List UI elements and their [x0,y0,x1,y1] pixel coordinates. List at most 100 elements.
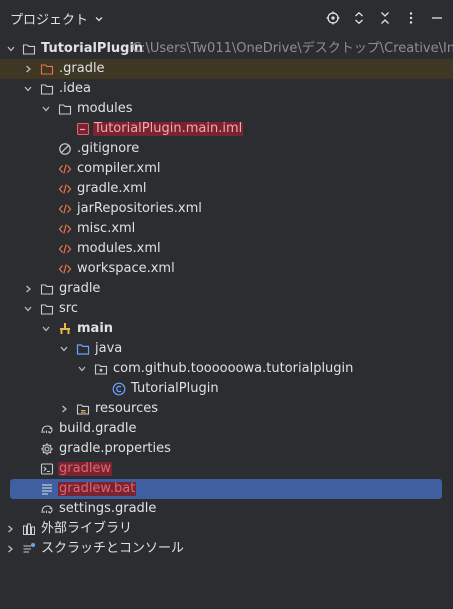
more-vertical-icon [409,12,413,24]
tree-node-main[interactable]: main [0,319,453,339]
gear-icon [40,442,54,456]
text-file-icon [40,482,54,496]
scratches-icon [22,542,36,556]
package-label: com.github.toooooowa.tutorialplugin [113,361,354,376]
xml-file-icon [58,262,72,276]
tree-node-root[interactable]: TutorialPlugin C:\Users\Tw011\OneDrive\デ… [0,39,453,59]
root-project-path: C:\Users\Tw011\OneDrive\デスクトップ\Creative\… [132,41,453,56]
tree-node-gradle-properties[interactable]: gradle.properties [0,439,453,459]
xml-file-icon [58,162,72,176]
folder-icon [40,302,54,316]
gradle-icon [40,422,54,436]
resources-folder-icon [76,402,90,416]
tree-node-scratches[interactable]: スクラッチとコンソール [0,539,453,559]
gradle-xml-label: gradle.xml [77,181,147,196]
tree-node-workspace-xml[interactable]: workspace.xml [0,259,453,279]
misc-xml-label: misc.xml [77,221,136,236]
chevron-right-icon[interactable] [59,404,69,414]
resources-label: resources [95,401,159,416]
xml-file-icon [58,242,72,256]
minimize-icon [432,17,442,19]
chevron-right-icon[interactable] [23,284,33,294]
tree-node-dot-gradle[interactable]: .gradle [0,59,453,79]
tree-node-modules[interactable]: modules [0,99,453,119]
java-class-icon [112,382,126,396]
tree-node-idea[interactable]: .idea [0,79,453,99]
package-icon [94,362,108,376]
tree-node-resources[interactable]: resources [0,399,453,419]
gradlew-bat-label: gradlew.bat [58,481,137,496]
chevron-right-icon[interactable] [5,524,15,534]
tree-node-java[interactable]: java [0,339,453,359]
expand-all-button[interactable] [351,8,367,28]
chevron-right-icon[interactable] [5,544,15,554]
tree-node-misc-xml[interactable]: misc.xml [0,219,453,239]
xml-file-icon [58,222,72,236]
chevron-down-icon[interactable] [77,364,87,374]
options-menu-button[interactable] [403,8,419,28]
tree-node-compiler-xml[interactable]: compiler.xml [0,159,453,179]
folder-icon [40,82,54,96]
project-tree: TutorialPlugin C:\Users\Tw011\OneDrive\デ… [0,39,453,559]
module-file-icon [76,122,90,136]
tree-node-gitignore[interactable]: .gitignore [0,139,453,159]
module-iml-label: TutorialPlugin.main.iml [93,121,244,136]
tree-node-module-iml[interactable]: TutorialPlugin.main.iml [0,119,453,139]
chevron-down-icon[interactable] [41,104,51,114]
hide-panel-button[interactable] [429,8,445,28]
chevron-down-icon[interactable] [23,304,33,314]
source-folder-icon [76,342,90,356]
folder-icon [22,42,36,56]
tree-node-class[interactable]: TutorialPlugin [0,379,453,399]
tree-node-src[interactable]: src [0,299,453,319]
workspace-xml-label: workspace.xml [77,261,175,276]
library-icon [22,522,36,536]
folder-icon [58,102,72,116]
jar-repositories-xml-label: jarRepositories.xml [77,201,202,216]
chevron-down-icon[interactable] [23,84,33,94]
source-set-icon [58,322,72,336]
chevron-down-icon[interactable] [41,324,51,334]
tree-node-gradle[interactable]: gradle [0,279,453,299]
collapse-all-button[interactable] [377,8,393,28]
tree-node-gradle-xml[interactable]: gradle.xml [0,179,453,199]
settings-gradle-label: settings.gradle [59,501,157,516]
root-project-name: TutorialPlugin [41,41,144,56]
locate-file-button[interactable] [325,8,341,28]
chevron-right-icon[interactable] [23,64,33,74]
gradle-properties-label: gradle.properties [59,441,171,456]
xml-file-icon [58,182,72,196]
main-label: main [77,321,114,336]
project-view-title: プロジェクト [10,13,89,28]
idea-label: .idea [59,81,91,96]
tree-node-gradlew[interactable]: gradlew [0,459,453,479]
chevron-down-icon[interactable] [6,44,16,54]
expand-all-icon [355,11,363,25]
scratches-label: スクラッチとコンソール [41,541,185,556]
tree-node-build-gradle[interactable]: build.gradle [0,419,453,439]
tree-node-gradlew-bat[interactable]: gradlew.bat [10,479,442,499]
chevron-down-icon[interactable] [59,344,69,354]
crosshair-icon [326,11,340,25]
folder-icon [40,282,54,296]
tree-node-jar-repositories-xml[interactable]: jarRepositories.xml [0,199,453,219]
xml-file-icon [58,202,72,216]
tree-node-settings-gradle[interactable]: settings.gradle [0,499,453,519]
project-toolbar: プロジェクト [0,0,453,36]
modules-label: modules [77,101,133,116]
shell-script-icon [40,462,54,476]
project-view-selector[interactable]: プロジェクト [10,9,104,28]
tree-node-package[interactable]: com.github.toooooowa.tutorialplugin [0,359,453,379]
java-label: java [95,341,123,356]
tree-node-modules-xml[interactable]: modules.xml [0,239,453,259]
gradle-icon [40,502,54,516]
build-gradle-label: build.gradle [59,421,137,436]
modules-xml-label: modules.xml [77,241,161,256]
gradle-folder-label: gradle [59,281,101,296]
excluded-folder-icon [40,62,54,76]
class-label: TutorialPlugin [131,381,219,396]
tree-node-external-libraries[interactable]: 外部ライブラリ [0,519,453,539]
gitignore-label: .gitignore [77,141,140,156]
ignore-file-icon [58,142,72,156]
external-libraries-label: 外部ライブラリ [41,521,133,536]
